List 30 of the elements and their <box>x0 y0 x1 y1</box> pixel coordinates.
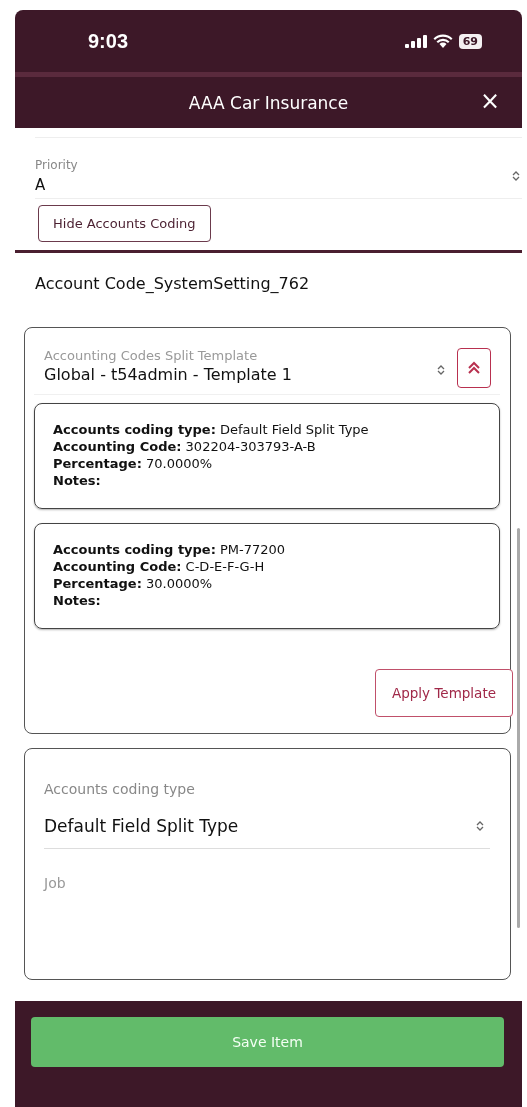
split-detail: Percentage: 70.0000% <box>53 456 214 471</box>
double-chevron-up-icon <box>467 361 481 375</box>
split-detail: Percentage: 30.0000% <box>53 576 214 591</box>
template-select[interactable]: Global - t54admin - Template 1 <box>44 365 437 384</box>
dropdown-icon <box>476 821 484 831</box>
split-detail: Accounting Code: C-D-E-F-G-H <box>53 559 266 574</box>
battery-level: 69 <box>458 33 482 49</box>
section-title: Account Code_SystemSetting_762 <box>34 273 311 293</box>
apply-template-button[interactable]: Apply Template <box>375 669 513 717</box>
field-label: Job <box>44 875 67 891</box>
field-label: Accounts coding type <box>44 781 195 797</box>
split-detail: Accounting Code: 302204-303793-A-B <box>53 439 317 454</box>
scrollbar[interactable] <box>517 528 520 928</box>
split-detail: Accounts coding type: Default Field Split Type <box>53 422 370 437</box>
close-button[interactable]: × <box>479 89 500 113</box>
dropdown-icon <box>437 365 445 375</box>
priority-select[interactable]: A <box>35 176 522 194</box>
status-time: 9:03 <box>88 29 129 53</box>
collapse-button[interactable] <box>457 348 491 388</box>
split-detail: Accounts coding type: PM-77200 <box>53 542 287 557</box>
split-detail: Notes: <box>53 473 102 488</box>
header-title: AAA Car Insurance <box>188 92 349 113</box>
split-detail: Notes: <box>53 593 102 608</box>
field-label: Priority <box>35 158 79 172</box>
hide-coding-button[interactable]: Hide Accounts Coding <box>38 205 211 242</box>
dropdown-icon <box>512 171 520 181</box>
wifi-icon <box>432 33 453 49</box>
coding-type-select[interactable]: Default Field Split Type <box>44 816 239 836</box>
signal-icon <box>404 34 427 48</box>
field-label: Accounting Codes Split Template <box>44 348 259 363</box>
